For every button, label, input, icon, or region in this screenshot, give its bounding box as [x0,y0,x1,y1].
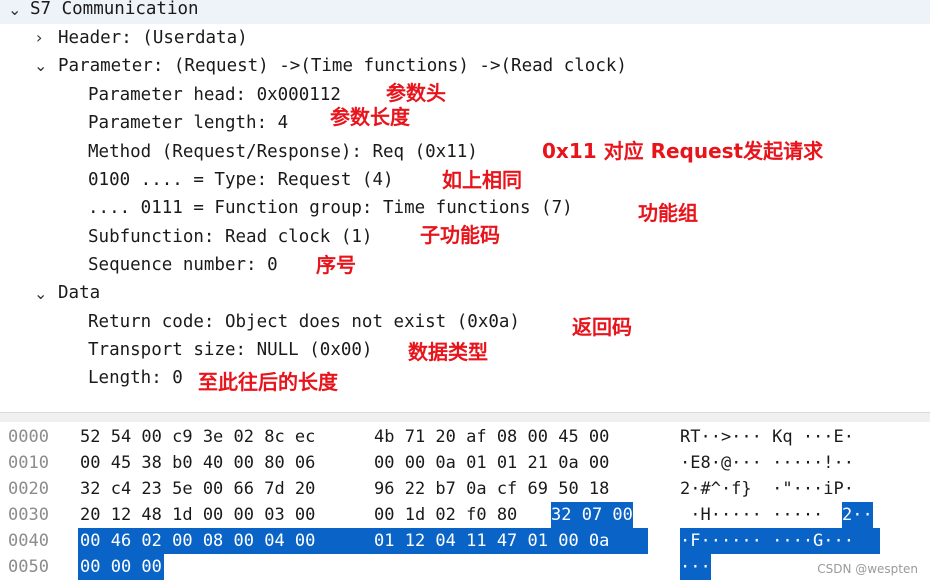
tree-header[interactable]: Header: (Userdata) [58,27,248,49]
hex-bytes-selected[interactable]: 32 07 00 [551,502,633,528]
hex-row[interactable]: 0010 00 45 38 b0 40 00 80 06 00 00 0a 01… [0,450,930,476]
hex-bytes[interactable]: 52 54 00 c9 3e 02 8c ec [80,424,315,450]
annotation-param-length: 参数长度 [330,105,410,129]
hex-offset: 0010 [8,453,49,473]
annotation-method: 0x11 对应 Request发起请求 [542,139,824,163]
annotation-sequence: 序号 [316,253,356,277]
hex-row[interactable]: 0000 52 54 00 c9 3e 02 8c ec 4b 71 20 af… [0,424,930,450]
hex-bytes-selected[interactable]: 00 00 00 [78,554,164,580]
hex-row[interactable]: 0030 20 12 48 1d 00 00 03 00 00 1d 02 f0… [0,502,930,528]
chevron-right-icon[interactable]: › [36,28,42,47]
chevron-down-icon[interactable]: ⌄ [34,56,47,75]
tree-subfunction[interactable]: Subfunction: Read clock (1) [88,226,372,248]
annotation-type: 如上相同 [442,168,522,192]
annotation-param-head: 参数头 [386,81,446,105]
hex-bytes-selected[interactable]: 01 12 04 11 47 01 00 0a [374,528,609,554]
hex-offset: 0030 [8,505,49,525]
hex-offset: 0000 [8,427,49,447]
hex-ascii[interactable]: ·H····· ····· [680,502,823,528]
hex-bytes[interactable]: 00 45 38 b0 40 00 80 06 [80,450,315,476]
tree-data[interactable]: Data [58,282,100,304]
chevron-down-icon[interactable]: ⌄ [34,284,47,303]
hex-bytes[interactable]: 00 1d 02 f0 80 [374,502,528,528]
annotation-length: 至此往后的长度 [198,370,338,394]
tree-parameter[interactable]: Parameter: (Request) ->(Time functions) … [58,55,627,77]
tree-function-group[interactable]: .... 0111 = Function group: Time functio… [88,197,573,219]
tree-return-code[interactable]: Return code: Object does not exist (0x0a… [88,311,520,333]
hex-ascii-selected[interactable]: ·F······ ····G··· [680,528,880,554]
hex-row[interactable]: 0050 00 00 00 ··· [0,554,930,580]
tree-sequence[interactable]: Sequence number: 0 [88,254,278,276]
hex-row[interactable]: 0020 32 c4 23 5e 00 66 7d 20 96 22 b7 0a… [0,476,930,502]
hex-bytes[interactable]: 4b 71 20 af 08 00 45 00 [374,424,609,450]
tree-length[interactable]: Length: 0 [88,367,183,389]
annotation-return-code: 返回码 [572,315,632,339]
packet-bytes-pane: 0000 52 54 00 c9 3e 02 8c ec 4b 71 20 af… [0,422,930,584]
tree-type[interactable]: 0100 .... = Type: Request (4) [88,169,394,191]
hex-ascii[interactable]: RT··>··· Kq ···E· [680,424,854,450]
annotation-transport-size: 数据类型 [408,340,488,364]
hex-bytes[interactable]: 20 12 48 1d 00 00 03 00 [80,502,315,528]
hex-offset: 0040 [8,531,49,551]
tree-param-length[interactable]: Parameter length: 4 [88,112,288,134]
hex-ascii[interactable]: ·E8·@··· ·····!·· [680,450,854,476]
hex-ascii-selected[interactable]: ··· [680,554,711,580]
hex-offset: 0050 [8,557,49,577]
tree-method[interactable]: Method (Request/Response): Req (0x11) [88,141,478,163]
annotation-function-group: 功能组 [638,201,698,225]
hex-offset: 0020 [8,479,49,499]
hex-bytes[interactable]: 32 c4 23 5e 00 66 7d 20 [80,476,315,502]
tree-root-s7[interactable]: S7 Communication [30,0,199,20]
hex-row[interactable]: 0040 00 46 02 00 08 00 04 00 01 12 04 11… [0,528,930,554]
hex-ascii[interactable]: 2·#^·f} ·"···iP· [680,476,854,502]
annotation-subfunction: 子功能码 [420,223,500,247]
hex-bytes[interactable]: 00 00 0a 01 01 21 0a 00 [374,450,609,476]
chevron-down-icon[interactable]: ⌄ [8,0,21,19]
watermark: CSDN @wespten [817,562,918,576]
tree-transport-size[interactable]: Transport size: NULL (0x00) [88,339,372,361]
hex-ascii-selected[interactable]: 2·· [842,502,873,528]
packet-details-pane: ⌄ S7 Communication › Header: (Userdata) … [0,0,930,412]
tree-param-head[interactable]: Parameter head: 0x000112 [88,84,341,106]
hex-bytes[interactable]: 96 22 b7 0a cf 69 50 18 [374,476,609,502]
